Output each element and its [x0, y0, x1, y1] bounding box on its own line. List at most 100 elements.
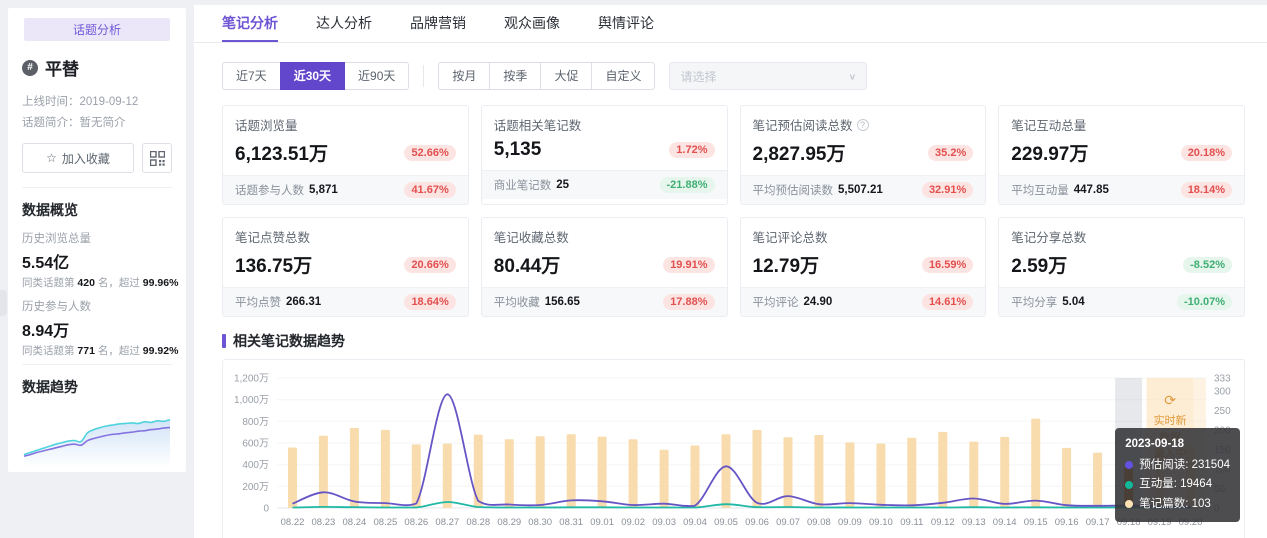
topic-intro-line: 话题简介：暂无简介 — [22, 117, 126, 129]
footer-label: 平均点赞 — [235, 297, 281, 309]
footer-value: 5,507.21 — [838, 184, 883, 196]
card-title-text: 笔记收藏总数 — [493, 231, 569, 245]
svg-text:08.30: 08.30 — [528, 517, 552, 528]
metric-card-4: 笔记互动总量 229.97万 20.18% 平均互动量 447.85 18.14% — [998, 105, 1245, 205]
card-value: 229.97万 — [1011, 144, 1089, 165]
footer-change-badge: -10.07% — [1177, 294, 1232, 310]
card-title-text: 笔记分享总数 — [1011, 231, 1087, 245]
footer-label: 商业笔记数 — [493, 180, 552, 192]
tooltip-series-dot — [1125, 461, 1134, 470]
change-badge: 19.91% — [663, 256, 715, 273]
overview-metric-label: 历史参与人数 — [22, 301, 91, 313]
add-favorite-button[interactable]: ☆ 加入收藏 — [22, 143, 134, 173]
footer-value: 5.04 — [1062, 296, 1085, 308]
card-title: 笔记点赞总数 — [235, 227, 456, 246]
svg-text:09.13: 09.13 — [962, 517, 986, 528]
period-button-2[interactable]: 按季 — [489, 62, 542, 90]
footer-value: 5,871 — [309, 184, 338, 196]
svg-text:08.27: 08.27 — [435, 517, 459, 528]
tab-4[interactable]: 观众画像 — [504, 5, 560, 42]
footer-change-badge: 41.67% — [404, 182, 456, 198]
card-title: 笔记分享总数 — [1011, 227, 1232, 246]
filter-select[interactable]: 请选择 ∨ — [669, 62, 868, 90]
tab-3[interactable]: 品牌营销 — [410, 5, 466, 42]
svg-text:09.01: 09.01 — [590, 517, 614, 528]
range-button-2[interactable]: 近30天 — [279, 62, 346, 90]
period-button-4[interactable]: 自定义 — [591, 62, 656, 90]
change-badge: -8.52% — [1183, 256, 1232, 273]
overview-metric-rank: 同类话题第 420 名，超过 99.96% — [22, 277, 179, 289]
card-title: 笔记收藏总数 — [494, 227, 715, 246]
footer-label: 平均评论 — [752, 297, 799, 309]
svg-text:09.12: 09.12 — [931, 517, 955, 528]
change-badge: 52.66% — [404, 144, 456, 161]
svg-text:09.17: 09.17 — [1086, 517, 1110, 528]
range-button-3[interactable]: 近90天 — [344, 62, 410, 90]
footer-value: 447.85 — [1073, 184, 1109, 196]
change-badge: 35.2% — [928, 144, 974, 161]
period-button-1[interactable]: 按月 — [438, 62, 491, 90]
tab-5[interactable]: 舆情评论 — [598, 5, 654, 42]
card-value: 12.79万 — [752, 256, 820, 277]
star-icon: ☆ — [46, 151, 57, 165]
svg-text:08.26: 08.26 — [404, 517, 428, 528]
trend-chart[interactable]: 0200万400万600万800万1,000万1,200万05010015020… — [223, 366, 1244, 537]
divider — [423, 65, 425, 87]
metric-card-1: 话题浏览量 6,123.51万 52.66% 话题参与人数 5,871 41.67% — [222, 105, 469, 205]
tab-2[interactable]: 达人分析 — [316, 5, 372, 42]
card-value: 5,135 — [493, 139, 542, 160]
svg-text:09.09: 09.09 — [838, 517, 862, 528]
tooltip-series-dot — [1125, 500, 1134, 509]
svg-text:09.08: 09.08 — [807, 517, 831, 528]
online-time-line: 上线时间：2019-09-12 — [22, 96, 139, 108]
svg-text:08.31: 08.31 — [559, 517, 583, 528]
svg-text:333: 333 — [1214, 374, 1231, 385]
svg-text:08.23: 08.23 — [312, 517, 336, 528]
footer-change-badge: 18.14% — [1180, 182, 1232, 198]
overview-metric-rank: 同类话题第 771 名，超过 99.92% — [22, 345, 179, 357]
svg-text:09.05: 09.05 — [714, 517, 738, 528]
info-icon[interactable]: ? — [856, 118, 869, 131]
tooltip-row-text: 互动量: 19464 — [1139, 478, 1213, 491]
period-button-3[interactable]: 大促 — [540, 62, 593, 90]
metric-card-2: 话题相关笔记数 5,135 1.72% 商业笔记数 25 -21.88% — [480, 105, 728, 205]
svg-text:09.14: 09.14 — [993, 517, 1017, 528]
metric-card-8: 笔记分享总数 2.59万 -8.52% 平均分享 5.04 -10.07% — [998, 217, 1245, 317]
divider — [22, 364, 172, 365]
footer-value: 266.31 — [286, 296, 322, 308]
chart-tooltip: 2023-09-18 预估阅读: 231504 互动量: 19464 笔记篇数: 1… — [1115, 428, 1240, 523]
topic-name: 平替 — [45, 60, 79, 79]
chart-section-title: 相关笔记数据趋势 — [222, 331, 1239, 351]
select-placeholder: 请选择 — [680, 69, 717, 84]
tooltip-date: 2023-09-18 — [1125, 438, 1185, 450]
card-title-text: 笔记互动总量 — [1011, 119, 1087, 133]
tooltip-row-text: 预估阅读: 231504 — [1139, 458, 1230, 471]
footer-change-badge: 17.88% — [663, 294, 715, 310]
metric-card-6: 笔记收藏总数 80.44万 19.91% 平均收藏 156.65 17.88% — [480, 217, 728, 317]
svg-text:400万: 400万 — [242, 460, 269, 471]
tab-1[interactable]: 笔记分析 — [222, 5, 278, 42]
footer-change-badge: 18.64% — [404, 294, 456, 310]
sidebar-collapse-handle[interactable] — [0, 290, 7, 316]
divider — [22, 187, 172, 188]
card-value: 136.75万 — [235, 256, 313, 277]
card-title: 笔记预估阅读总数? — [753, 115, 974, 134]
trend-chart-svg: 0200万400万600万800万1,000万1,200万05010015020… — [234, 374, 1231, 529]
footer-value: 24.90 — [803, 296, 833, 308]
svg-text:09.07: 09.07 — [776, 517, 800, 528]
svg-text:300: 300 — [1214, 386, 1231, 397]
card-title: 笔记评论总数 — [753, 227, 974, 246]
overview-title: 数据概览 — [22, 202, 78, 218]
range-button-1[interactable]: 近7天 — [222, 62, 281, 90]
svg-text:1,200万: 1,200万 — [234, 374, 269, 385]
qrcode-button[interactable] — [142, 143, 172, 173]
card-footer: 平均评论 24.90 14.61% — [740, 287, 986, 316]
metric-card-7: 笔记评论总数 12.79万 16.59% 平均评论 24.90 14.61% — [739, 217, 987, 317]
tooltip-series-dot — [1125, 480, 1134, 489]
svg-text:09.04: 09.04 — [683, 517, 707, 528]
svg-text:09.06: 09.06 — [745, 517, 769, 528]
svg-text:0: 0 — [263, 504, 269, 515]
overview-metrics: 历史浏览总量 5.54亿 同类话题第 420 名，超过 99.96% 历史参与人数 8.… — [22, 230, 179, 358]
card-title-text: 笔记点赞总数 — [235, 231, 311, 245]
card-title: 笔记互动总量 — [1011, 115, 1232, 134]
